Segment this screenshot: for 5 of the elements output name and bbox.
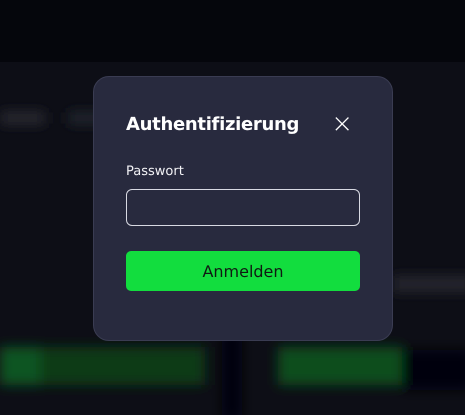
password-field[interactable]: [126, 189, 360, 226]
close-button[interactable]: ×: [331, 111, 360, 137]
login-button[interactable]: Anmelden: [126, 251, 360, 291]
field-label: Passwort: [126, 164, 185, 179]
dialog-title: Authentifizierung: [126, 114, 300, 134]
